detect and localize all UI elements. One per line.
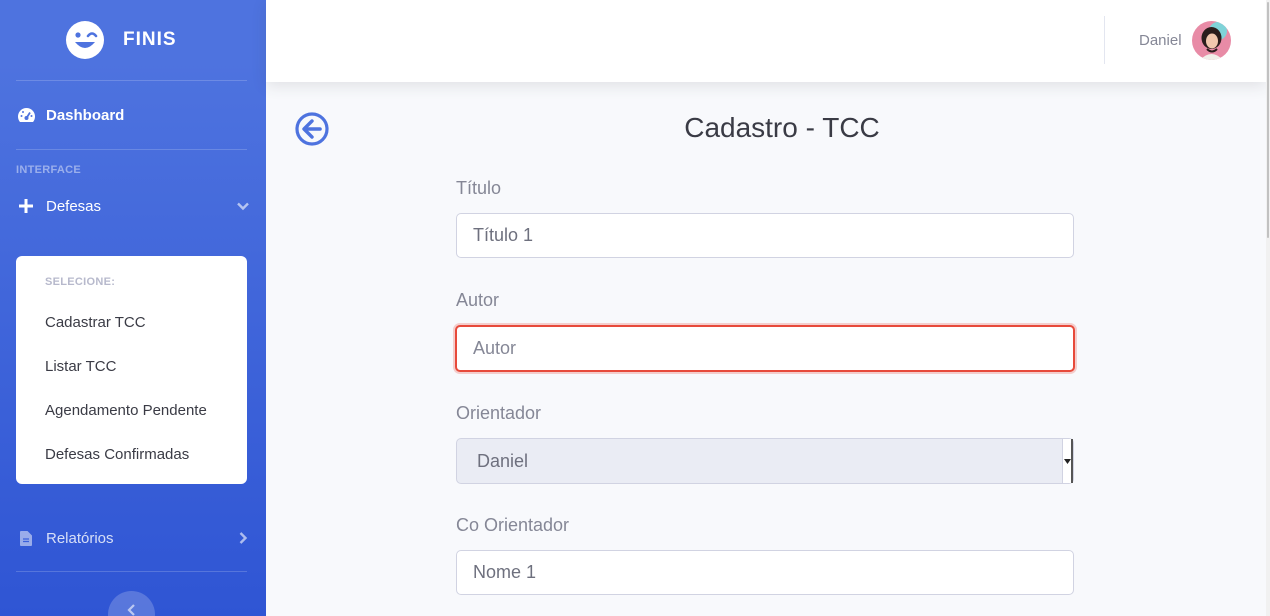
titulo-input[interactable]: [456, 213, 1074, 258]
orientador-select[interactable]: Daniel: [456, 438, 1074, 484]
sidebar-item-relatorios[interactable]: Relatórios: [0, 504, 266, 572]
sidebar: FINIS Dashboard INTERFACE Defesas SELECI…: [0, 0, 266, 616]
sidebar-item-defesas[interactable]: Defesas: [0, 176, 266, 236]
topbar: Daniel: [266, 0, 1266, 82]
sidebar-item-label: Defesas: [46, 197, 102, 215]
brand-name: FINIS: [123, 29, 177, 50]
sidebar-item-label: Dashboard: [46, 106, 125, 124]
chevron-left-icon: [126, 603, 138, 616]
submenu-item-cadastrar-tcc[interactable]: Cadastrar TCC: [16, 300, 247, 344]
submenu-header: SELECIONE:: [45, 276, 116, 288]
page-scrollbar[interactable]: [1266, 0, 1270, 616]
titulo-label: Título: [456, 178, 502, 198]
sidebar-brand[interactable]: FINIS: [0, 0, 266, 80]
co-orientador-input[interactable]: [456, 550, 1074, 595]
defesas-submenu: SELECIONE: Cadastrar TCC Listar TCC Agen…: [16, 256, 247, 484]
topbar-divider: [1104, 16, 1105, 64]
avatar[interactable]: [1192, 21, 1231, 60]
field-group-orientador: Orientador Daniel: [456, 401, 1074, 484]
autor-input[interactable]: [455, 325, 1075, 372]
submenu-item-defesas-confirmadas[interactable]: Defesas Confirmadas: [16, 432, 247, 476]
sidebar-item-label: Relatórios: [46, 529, 114, 547]
sidebar-toggle-button[interactable]: [108, 591, 155, 616]
select-arrow-icon: [1062, 439, 1073, 483]
sidebar-divider: [16, 571, 247, 572]
co-orientador-label: Co Orientador: [456, 515, 570, 535]
laugh-wink-icon: [66, 21, 104, 59]
submenu-item-agendamento-pendente[interactable]: Agendamento Pendente: [16, 388, 247, 432]
field-group-autor: Autor: [455, 288, 1075, 372]
autor-label: Autor: [456, 290, 500, 310]
field-group-co-orientador: Co Orientador: [456, 513, 1074, 595]
orientador-label: Orientador: [456, 403, 542, 423]
chevron-right-icon: [236, 531, 250, 545]
user-name[interactable]: Daniel: [1139, 32, 1182, 49]
scrollbar-thumb[interactable]: [1267, 2, 1269, 238]
orientador-selected-value: Daniel: [477, 450, 529, 471]
submenu-item-listar-tcc[interactable]: Listar TCC: [16, 344, 247, 388]
field-group-titulo: Título: [456, 176, 1074, 258]
plus-icon: [16, 197, 36, 215]
file-icon: [16, 529, 36, 547]
arrow-circle-left-icon: [295, 112, 329, 146]
tcc-form: Título Autor Orientador Daniel Co Orient…: [455, 176, 1075, 616]
page-title: Cadastro - TCC: [684, 112, 880, 143]
tachometer-icon: [16, 106, 36, 124]
chevron-down-icon: [236, 199, 250, 213]
sidebar-heading: INTERFACE: [16, 164, 82, 176]
sidebar-item-dashboard[interactable]: Dashboard: [0, 81, 266, 149]
back-button[interactable]: [295, 112, 329, 146]
